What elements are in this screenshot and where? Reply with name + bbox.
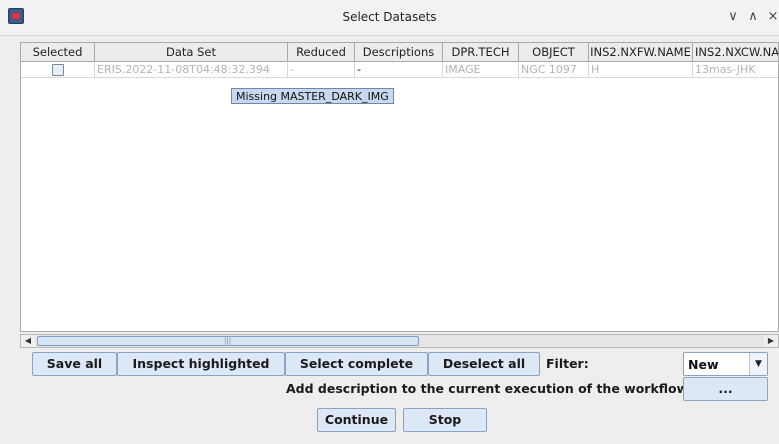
scroll-thumb[interactable]: ||| <box>37 336 419 346</box>
continue-button[interactable]: Continue <box>317 408 396 432</box>
close-button[interactable]: × <box>765 9 779 24</box>
minimize-button[interactable]: ∨ <box>725 9 741 24</box>
grip-icon: ||| <box>224 337 232 345</box>
description-label: Add description to the current execution… <box>286 381 694 396</box>
column-header-data-set[interactable]: Data Set <box>95 43 288 62</box>
cell-descriptions: - <box>355 63 443 78</box>
save-all-button[interactable]: Save all <box>32 352 117 376</box>
title-bar: Select Datasets ∨ ∧ × <box>0 0 779 36</box>
row-select-checkbox[interactable] <box>52 64 64 76</box>
window-title: Select Datasets <box>342 10 437 24</box>
horizontal-scrollbar[interactable]: ◀ ||| ▶ <box>20 334 779 348</box>
cell-data-set: ERIS.2022-11-08T04:48:32.394 <box>95 63 288 78</box>
column-header-nxfw-name[interactable]: INS2.NXFW.NAME <box>589 43 693 62</box>
column-header-selected[interactable]: Selected <box>21 43 95 62</box>
cell-nxcw-name: 13mas-JHK <box>695 63 756 76</box>
column-header-object[interactable]: OBJECT <box>519 43 589 62</box>
column-header-dpr-tech[interactable]: DPR.TECH <box>443 43 519 62</box>
deselect-all-button[interactable]: Deselect all <box>428 352 540 376</box>
dropdown-arrow-icon[interactable]: ▼ <box>749 353 767 375</box>
scroll-left-icon[interactable]: ◀ <box>21 335 35 347</box>
maximize-button[interactable]: ∧ <box>745 9 761 24</box>
filter-label: Filter: <box>546 356 589 371</box>
cell-reduced: - <box>288 63 355 78</box>
cell-selected <box>21 63 95 78</box>
filter-selected-value: New <box>688 357 719 372</box>
cell-dpr-tech: IMAGE <box>443 63 519 78</box>
cell-object: NGC 1097 <box>519 63 589 78</box>
datasets-table: Selected Data Set Reduced Descriptions D… <box>20 42 779 332</box>
table-row[interactable]: ERIS.2022-11-08T04:48:32.394 - - IMAGE N… <box>21 63 778 78</box>
select-complete-button[interactable]: Select complete <box>285 352 428 376</box>
scroll-right-icon[interactable]: ▶ <box>764 335 778 347</box>
table-header: Selected Data Set Reduced Descriptions D… <box>21 43 778 62</box>
filter-select[interactable]: New ▼ <box>683 352 768 376</box>
missing-calibration-tooltip: Missing MASTER_DARK_IMG <box>231 88 394 104</box>
add-description-button[interactable]: ... <box>683 377 768 401</box>
column-header-nxcw-name[interactable]: INS2.NXCW.NA <box>693 43 778 62</box>
inspect-highlighted-button[interactable]: Inspect highlighted <box>117 352 285 376</box>
column-header-reduced[interactable]: Reduced <box>288 43 355 62</box>
cell-nxfw-name: H <box>589 63 693 78</box>
stop-button[interactable]: Stop <box>403 408 487 432</box>
column-header-descriptions[interactable]: Descriptions <box>355 43 443 62</box>
